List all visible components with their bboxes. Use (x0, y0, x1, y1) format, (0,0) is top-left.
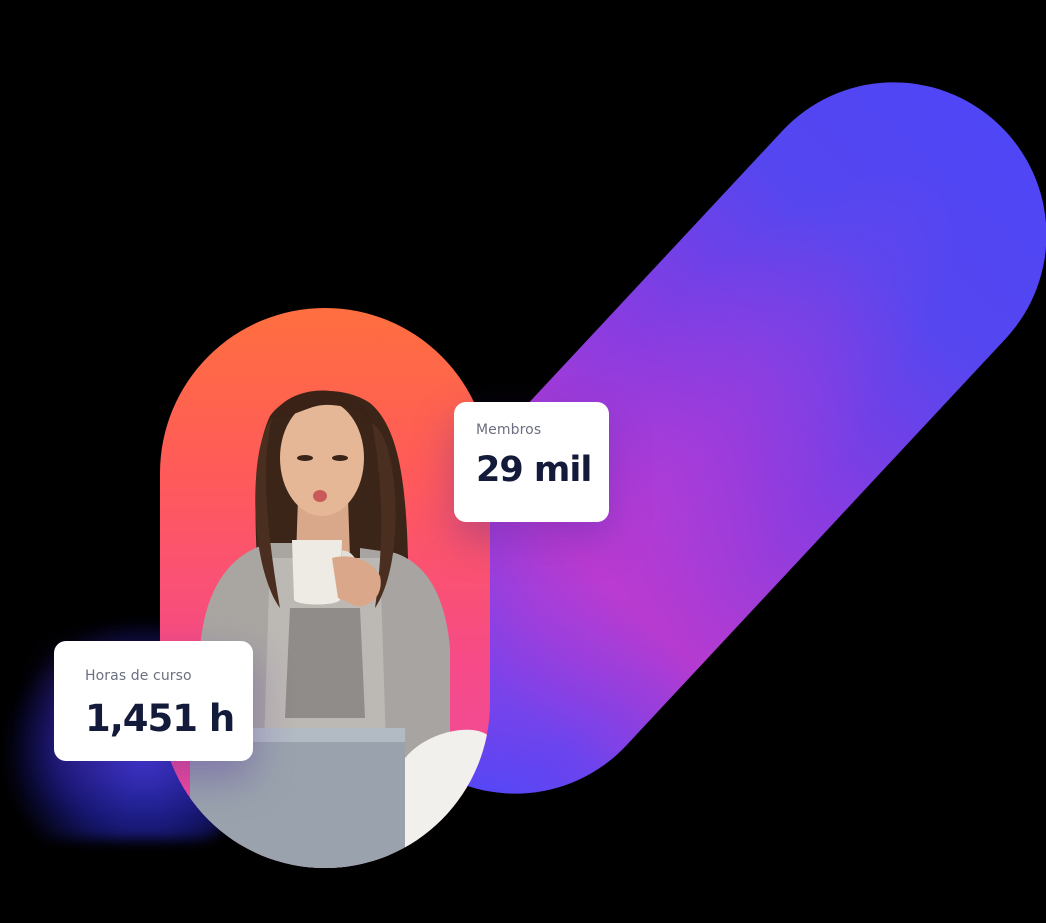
woman-with-coffee-photo (190, 390, 490, 868)
members-value: 29 mil (476, 450, 592, 490)
course-hours-label: Horas de curso (85, 668, 192, 684)
photo-pill-background (160, 308, 490, 868)
course-hours-stat-card: Horas de curso 1,451 h (54, 641, 253, 761)
members-label: Membros (476, 422, 542, 438)
members-stat-card: Membros 29 mil (454, 402, 609, 522)
course-hours-value: 1,451 h (85, 697, 235, 740)
